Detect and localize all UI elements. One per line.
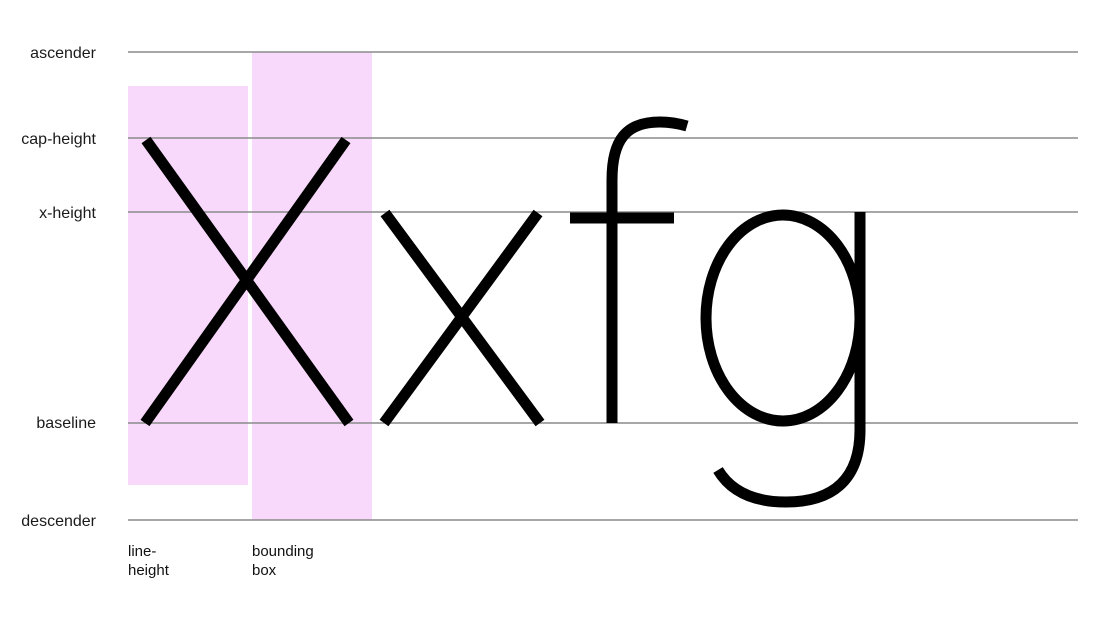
glyph-g: [700, 209, 866, 508]
cap-height-label: cap-height: [21, 131, 96, 148]
bounding-box-caption: bounding box: [252, 543, 318, 579]
line-height-caption-line-1: line-: [128, 543, 156, 560]
typography-metrics-diagram: ascender cap-height x-height baseline de…: [21, 45, 1078, 579]
bounding-box-caption-line-2: box: [252, 562, 277, 579]
descender-label: descender: [21, 513, 96, 530]
bounding-box-box: [252, 52, 372, 520]
line-height-caption-line-2: height: [128, 562, 170, 579]
bounding-box-caption-line-1: bounding: [252, 543, 314, 560]
baseline-label: baseline: [36, 415, 96, 432]
glyph-lowercase-x: [379, 209, 545, 427]
ascender-label: ascender: [30, 45, 96, 62]
glyph-f: [570, 116, 689, 423]
x-height-label: x-height: [39, 205, 96, 222]
line-height-caption: line- height: [128, 543, 170, 579]
